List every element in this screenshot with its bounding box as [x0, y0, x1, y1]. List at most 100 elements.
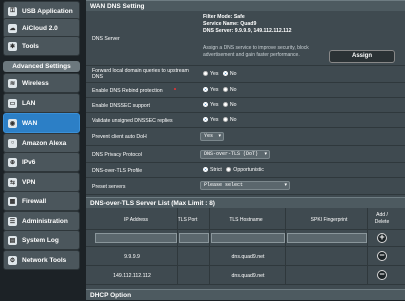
dnssec-label: Enable DNSSEC support [92, 103, 150, 109]
column-divider [177, 208, 178, 285]
dnssec-yes-radio[interactable] [203, 102, 208, 108]
validate-no-radio[interactable] [222, 117, 228, 123]
sidebar-item-firewall[interactable]: ▦ Firewall [3, 191, 80, 211]
minus-icon: − [379, 250, 385, 260]
sidebar-item-label: WAN [22, 119, 38, 127]
table-row: 149.112.112.112 dns.quad9.net [86, 266, 405, 285]
globe-icon: ◉ [8, 118, 17, 128]
radio-label: No [229, 71, 237, 77]
sidebar: ⚿ USB Application ☁ AiCloud 2.0 ✱ Tools … [0, 0, 84, 300]
sidebar-item-ipv6[interactable]: ⊕ IPv6 [3, 152, 80, 172]
alexa-icon: ○ [8, 138, 17, 148]
wan-dns-setting-title: WAN DNS Setting [86, 0, 405, 11]
delete-button[interactable]: − [377, 270, 387, 280]
rebind-row: Enable DNS Rebind protection Yes No [86, 83, 405, 98]
tls-server-list-title: DNS-over-TLS Server List (Max Limit : 8) [86, 197, 405, 208]
column-divider [285, 208, 286, 285]
network-tools-icon: ⚙ [8, 255, 17, 265]
vpn-icon: ⇆ [8, 177, 17, 187]
sidebar-item-tools[interactable]: ✱ Tools [3, 36, 80, 56]
select-value: DNS-over-TLS (DoT) [204, 151, 259, 157]
dns-hint-text: Assign a DNS service to improve security… [203, 45, 309, 58]
validate-label: Validate unsigned DNSSEC replies [92, 118, 173, 124]
delete-button[interactable]: − [377, 251, 387, 261]
dnssec-row: Enable DNSSEC support Yes No [86, 98, 405, 113]
sidebar-item-label: Tools [22, 42, 39, 50]
spki-fingerprint-input[interactable] [287, 233, 367, 243]
privacy-protocol-label: DNS Privacy Protocol [92, 152, 142, 158]
dns-server-label: DNS Server [92, 36, 120, 42]
prevent-doh-label: Prevent client auto DoH [92, 134, 147, 140]
validate-yes-radio[interactable] [203, 117, 208, 123]
dnssec-no-radio[interactable] [222, 102, 228, 108]
sidebar-item-label: Administration [22, 217, 68, 225]
dot-strict-radio[interactable] [203, 167, 208, 173]
minus-icon: − [379, 269, 385, 279]
tls-port-header: TLS Port [177, 217, 198, 223]
ipv6-icon: ⊕ [8, 157, 17, 167]
sidebar-item-wireless[interactable]: ≋ Wireless [3, 73, 80, 93]
tls-hostname-cell: dns.quad9.net [231, 254, 265, 260]
add-button[interactable]: + [377, 233, 387, 243]
ip-address-input[interactable] [95, 233, 177, 243]
tls-hostname-cell: dns.quad9.net [231, 273, 265, 279]
forward-local-yes-radio[interactable] [203, 71, 208, 77]
cloud-icon: ☁ [8, 23, 17, 33]
advanced-settings-header: Advanced Settings [3, 61, 80, 72]
privacy-protocol-row: DNS Privacy Protocol DNS-over-TLS (DoT) … [86, 146, 405, 163]
tls-hostname-input[interactable] [211, 233, 285, 243]
sidebar-item-label: IPv6 [22, 158, 36, 166]
radio-label: No [229, 87, 237, 93]
radio-label: No [229, 102, 237, 108]
tls-hostname-header: TLS Hostname [229, 217, 263, 223]
tools-icon: ✱ [8, 41, 17, 51]
assign-button[interactable]: Assign [329, 50, 395, 63]
preset-servers-row: Preset servers Please select ▾ [86, 178, 405, 195]
rebind-label: Enable DNS Rebind protection [92, 88, 163, 94]
tls-list-header-row: IP Address TLS Port TLS Hostname SPKI Fi… [86, 208, 405, 230]
radio-label: Yes [210, 87, 219, 93]
sidebar-item-network-tools[interactable]: ⚙ Network Tools [3, 250, 80, 270]
add-delete-header: Add / Delete [374, 212, 390, 225]
forward-local-no-radio[interactable] [222, 71, 228, 77]
table-row: 9.9.9.9 dns.quad9.net [86, 247, 405, 266]
chevron-down-icon: ▾ [284, 182, 287, 188]
filter-mode-text: Filter Mode: Safe [203, 14, 245, 20]
rebind-yes-radio[interactable] [203, 87, 208, 93]
sidebar-item-label: USB Application [22, 7, 73, 15]
prevent-doh-select[interactable]: Yes ▾ [200, 132, 224, 141]
tls-port-input[interactable] [179, 233, 209, 243]
sidebar-item-system-log[interactable]: ▤ System Log [3, 230, 80, 250]
rebind-no-radio[interactable] [222, 87, 228, 93]
wireless-icon: ≋ [8, 78, 17, 88]
preset-servers-label: Preset servers [92, 184, 126, 190]
sidebar-item-vpn[interactable]: ⇆ VPN [3, 172, 80, 192]
sidebar-item-label: LAN [22, 99, 36, 107]
chevron-down-icon: ▾ [264, 151, 267, 157]
dot-opportunistic-radio[interactable] [226, 167, 232, 173]
sidebar-item-label: System Log [22, 236, 59, 244]
privacy-protocol-select[interactable]: DNS-over-TLS (DoT) ▾ [200, 150, 270, 159]
preset-servers-select[interactable]: Please select ▾ [200, 181, 290, 190]
sidebar-item-aicloud[interactable]: ☁ AiCloud 2.0 [3, 18, 80, 38]
sidebar-item-wan[interactable]: ◉ WAN [3, 113, 80, 133]
sidebar-item-lan[interactable]: ▭ LAN [3, 93, 80, 113]
plus-icon: + [379, 232, 385, 242]
forward-local-label: Forward local domain queries to upstream… [92, 68, 189, 80]
dot-profile-label: DNS-over-TLS Profile [92, 168, 143, 174]
firewall-icon: ▦ [8, 196, 17, 206]
service-name-text: Service Name: Quad9 [203, 21, 257, 27]
sidebar-item-label: AiCloud 2.0 [22, 24, 58, 32]
radio-label: Yes [210, 117, 219, 123]
column-divider [209, 208, 210, 285]
validate-row: Validate unsigned DNSSEC replies Yes No [86, 113, 405, 128]
sidebar-item-label: Wireless [22, 79, 49, 87]
log-icon: ▤ [8, 235, 17, 245]
chevron-down-icon: ▾ [218, 133, 221, 139]
sidebar-item-amazon-alexa[interactable]: ○ Amazon Alexa [3, 133, 80, 153]
radio-label: Yes [210, 102, 219, 108]
ip-address-cell: 9.9.9.9 [124, 254, 140, 260]
sidebar-item-administration[interactable]: ☰ Administration [3, 211, 80, 231]
ip-address-cell: 149.112.112.112 [113, 273, 151, 279]
column-divider [367, 208, 368, 285]
